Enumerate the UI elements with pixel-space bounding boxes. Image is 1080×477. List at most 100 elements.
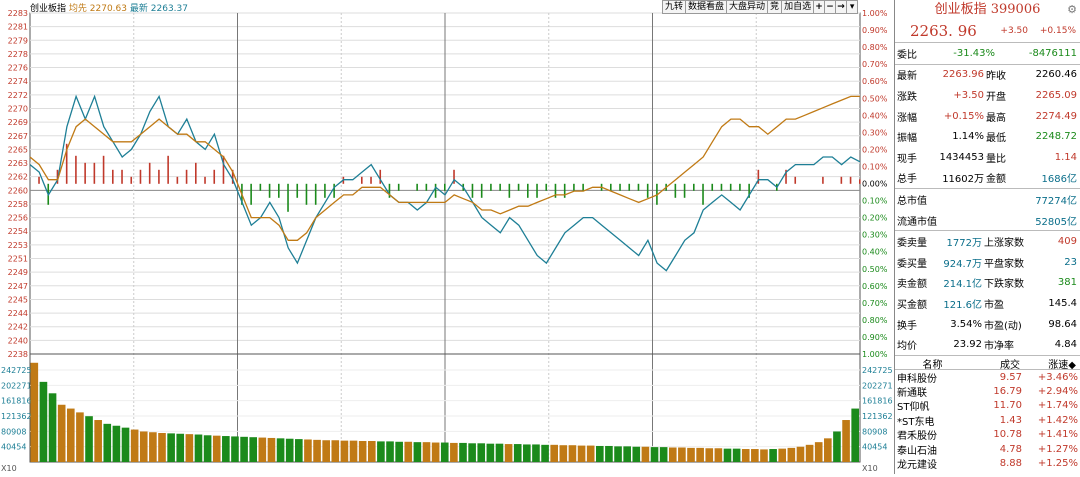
volume-bar xyxy=(595,445,604,462)
volume-bar xyxy=(650,447,659,462)
volume-bar xyxy=(632,446,641,462)
change-bar xyxy=(573,183,575,191)
stock-list-item[interactable]: 龙元建设 8.88 +1.25% xyxy=(895,456,1080,471)
chevron-down-icon[interactable]: ▾ xyxy=(847,0,859,14)
volume-bar xyxy=(824,438,832,462)
pct-tick-label: 1.00% xyxy=(862,9,888,18)
stat-value: 2274.49 xyxy=(1035,110,1077,122)
price-tick-label: 2278 xyxy=(8,50,28,59)
list-header-price[interactable]: 成交 xyxy=(970,356,1020,371)
change-bar xyxy=(268,183,271,198)
stats-row: 委买量 924.7万 平盘家数 23 xyxy=(895,252,1080,273)
toolbar-jiuzhuan-button[interactable]: 九转 xyxy=(662,0,687,14)
volume-bar xyxy=(778,448,787,462)
volume-bar xyxy=(30,362,39,462)
pct-tick-label: 0.30% xyxy=(862,128,888,137)
stock-price: 4.78 xyxy=(999,443,1022,455)
change-bar xyxy=(259,183,262,191)
stats-row: 换手 3.54% 市盈(动) 98.64 xyxy=(895,314,1080,335)
volume-bar xyxy=(623,446,631,462)
volume-bar xyxy=(139,431,148,462)
toolbar-add-watchlist-button[interactable]: 加自选 xyxy=(782,0,815,14)
change-bar xyxy=(416,183,418,191)
list-header-change[interactable]: 涨速◆ xyxy=(1020,356,1076,371)
stat-label: 换手 xyxy=(897,320,917,332)
stock-list-item[interactable]: *ST东电 1.43 +1.42% xyxy=(895,413,1080,428)
list-header-name[interactable]: 名称 xyxy=(895,356,970,371)
volume-bar xyxy=(103,423,112,462)
wei-bi-label: 委比 xyxy=(897,49,917,61)
stock-list-item[interactable]: 申科股份 9.57 +3.46% xyxy=(895,370,1080,385)
gear-icon[interactable]: ⚙ xyxy=(1067,0,1077,20)
stats-row: 涨跌 +3.50 开盘 2265.09 xyxy=(895,85,1080,106)
change-bar xyxy=(693,183,695,191)
stats-row: 现手 1434453 量比 1.14 xyxy=(895,147,1080,168)
volume-bar xyxy=(513,444,522,462)
change-bar xyxy=(425,183,428,191)
wei-bi-diff: -8476111 xyxy=(1028,47,1077,59)
change-bar xyxy=(333,183,335,198)
stock-list-item[interactable]: 新通联 16.79 +2.94% xyxy=(895,384,1080,399)
volume-bar xyxy=(796,446,805,462)
stat-value: 1772万 xyxy=(946,238,982,250)
stat-label: 市盈 xyxy=(984,299,1004,311)
stat-label: 买金额 xyxy=(897,299,927,311)
volume-bar xyxy=(158,432,166,462)
pct-tick-label: 0.90% xyxy=(862,26,888,35)
pct-tick-label: 0.70% xyxy=(862,299,888,308)
volume-bar xyxy=(222,436,230,462)
toolbar-data-view-button[interactable]: 数据看盘 xyxy=(686,0,728,14)
stock-list-item[interactable]: ST仰帆 11.70 +1.74% xyxy=(895,399,1080,413)
stat-label: 上涨家数 xyxy=(984,238,1024,250)
volume-bar xyxy=(687,447,695,462)
current-price: 2263. 96 xyxy=(910,22,977,40)
change-bar xyxy=(379,169,382,184)
wei-bi-pct: -31.43% xyxy=(953,47,995,59)
stock-list-item[interactable]: 泰山石油 4.78 +1.27% xyxy=(895,442,1080,457)
change-bar xyxy=(545,183,548,191)
volume-bar xyxy=(760,449,768,462)
stock-list-item[interactable]: 君禾股份 10.78 +1.41% xyxy=(895,427,1080,442)
stats-row: 总手 11602万 金额 1686亿 xyxy=(895,168,1080,190)
volume-bar xyxy=(39,381,48,462)
zoom-in-icon[interactable]: + xyxy=(814,0,826,14)
arrow-right-icon[interactable]: → xyxy=(836,0,848,14)
zoom-out-icon[interactable]: − xyxy=(825,0,837,14)
volume-bar xyxy=(240,436,248,462)
price-line: 2263. 96 +3.50 +0.15% xyxy=(895,20,1080,43)
toolbar-market-alert-button[interactable]: 大盘异动 xyxy=(727,0,769,14)
stock-name: 新通联 xyxy=(897,388,927,399)
price-tick-label: 2244 xyxy=(8,309,28,318)
price-tick-label: 2254 xyxy=(8,227,28,236)
change-bar xyxy=(628,183,631,191)
volume-unit: X10 xyxy=(1,464,17,473)
change-bar xyxy=(278,183,280,198)
change-bar xyxy=(250,183,252,205)
change-bar xyxy=(859,179,861,184)
change-bar xyxy=(167,155,169,184)
change-bar xyxy=(75,155,77,184)
pct-tick-label: 0.90% xyxy=(862,333,888,342)
volume-bar xyxy=(231,436,239,462)
change-bar xyxy=(637,183,640,191)
volume-bar xyxy=(605,445,613,462)
index-title: 创业板指 399006 xyxy=(934,2,1041,17)
price-tick-label: 2272 xyxy=(8,91,28,100)
volume-bar xyxy=(66,408,75,462)
change-bar xyxy=(102,155,105,184)
volume-bar xyxy=(422,442,431,462)
volume-bar xyxy=(723,448,732,462)
intraday-chart[interactable]: 2283 2281 2279 2278 2276 2274 2272 2270 2269 2267… xyxy=(0,0,894,474)
change-bar xyxy=(158,169,160,184)
change-bar xyxy=(38,176,40,184)
price-tick-label: 2279 xyxy=(8,36,28,45)
volume-bar xyxy=(331,440,340,462)
stat-value: 2263.96 xyxy=(942,69,984,81)
change-bar xyxy=(148,162,151,184)
toolbar-auction-button[interactable]: 竞 xyxy=(768,0,783,14)
intraday-chart-area[interactable]: 2283 2281 2279 2278 2276 2274 2272 2270 2269 2267… xyxy=(0,0,894,474)
chart-header-info: 创业板指 均先 2270.63 最新 2263.37 xyxy=(30,1,188,14)
volume-bar xyxy=(769,449,777,462)
change-bar xyxy=(370,176,372,184)
stat-value: +3.50 xyxy=(953,89,984,101)
